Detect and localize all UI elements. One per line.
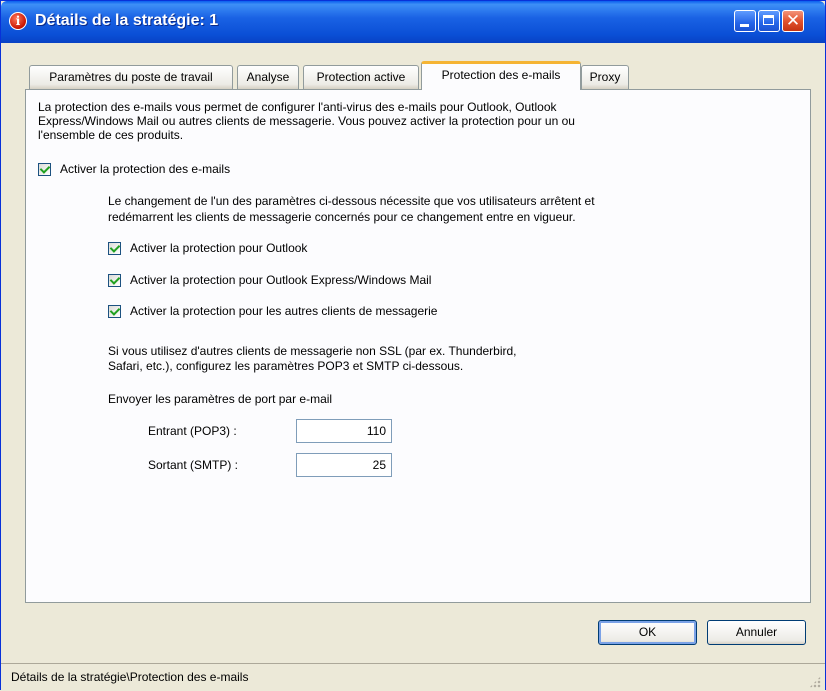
outlook-protection-label[interactable]: Activer la protection pour Outlook (130, 241, 307, 256)
outlook-protection-checkbox[interactable] (108, 242, 121, 255)
intro-text-line2: Express/Windows Mail ou autres clients d… (38, 114, 575, 128)
intro-text-line1: La protection des e-mails vous permet de… (38, 100, 557, 114)
window-title: Détails de la stratégie: 1 (35, 12, 219, 29)
tab-workstation-settings[interactable]: Paramètres du poste de travail (29, 65, 233, 89)
outlook-express-protection-checkbox[interactable] (108, 274, 121, 287)
port-settings-heading: Envoyer les paramètres de port par e-mai… (108, 392, 333, 406)
policy-details-window: i Détails de la stratégie: 1 ✕ Paramètre… (0, 0, 826, 691)
maximize-icon (763, 15, 774, 25)
enable-email-protection-checkbox[interactable] (38, 163, 51, 176)
title-bar[interactable]: i Détails de la stratégie: 1 ✕ (1, 1, 825, 43)
app-info-icon: i (9, 12, 27, 30)
restart-note-line1: Le changement de l'un des paramètres ci-… (108, 194, 595, 208)
tab-active-protection[interactable]: Protection active (303, 65, 419, 89)
close-button[interactable]: ✕ (782, 10, 804, 32)
other-clients-protection-label[interactable]: Activer la protection pour les autres cl… (130, 304, 437, 319)
incoming-port-input[interactable]: 110 (296, 419, 392, 443)
outlook-express-protection-label[interactable]: Activer la protection pour Outlook Expre… (130, 273, 431, 288)
enable-email-protection-label[interactable]: Activer la protection des e-mails (60, 162, 230, 177)
cancel-button[interactable]: Annuler (707, 620, 806, 645)
other-clients-protection-checkbox[interactable] (108, 305, 121, 318)
minimize-icon (740, 24, 749, 27)
minimize-button[interactable] (734, 10, 756, 32)
ok-button[interactable]: OK (598, 620, 697, 645)
restart-note-line2: redémarrent les clients de messagerie co… (108, 210, 576, 224)
outgoing-port-label: Sortant (SMTP) : (148, 458, 239, 472)
ssl-note-line2: Safari, etc.), configurez les paramètres… (108, 359, 464, 373)
tab-proxy[interactable]: Proxy (581, 65, 629, 89)
close-icon: ✕ (785, 11, 801, 31)
tab-email-protection[interactable]: Protection des e-mails (421, 61, 581, 90)
status-text: Détails de la stratégie\Protection des e… (11, 670, 249, 684)
tab-analysis[interactable]: Analyse (237, 65, 299, 89)
intro-text-line3: l'ensemble de ces produits. (38, 128, 184, 142)
ssl-note-line1: Si vous utilisez d'autres clients de mes… (108, 344, 517, 358)
outgoing-port-input[interactable]: 25 (296, 453, 392, 477)
status-bar: Détails de la stratégie\Protection des e… (1, 663, 825, 691)
email-protection-panel: La protection des e-mails vous permet de… (25, 89, 811, 603)
resize-grip-icon[interactable] (809, 676, 821, 688)
maximize-button[interactable] (758, 10, 780, 32)
incoming-port-label: Entrant (POP3) : (148, 424, 237, 438)
